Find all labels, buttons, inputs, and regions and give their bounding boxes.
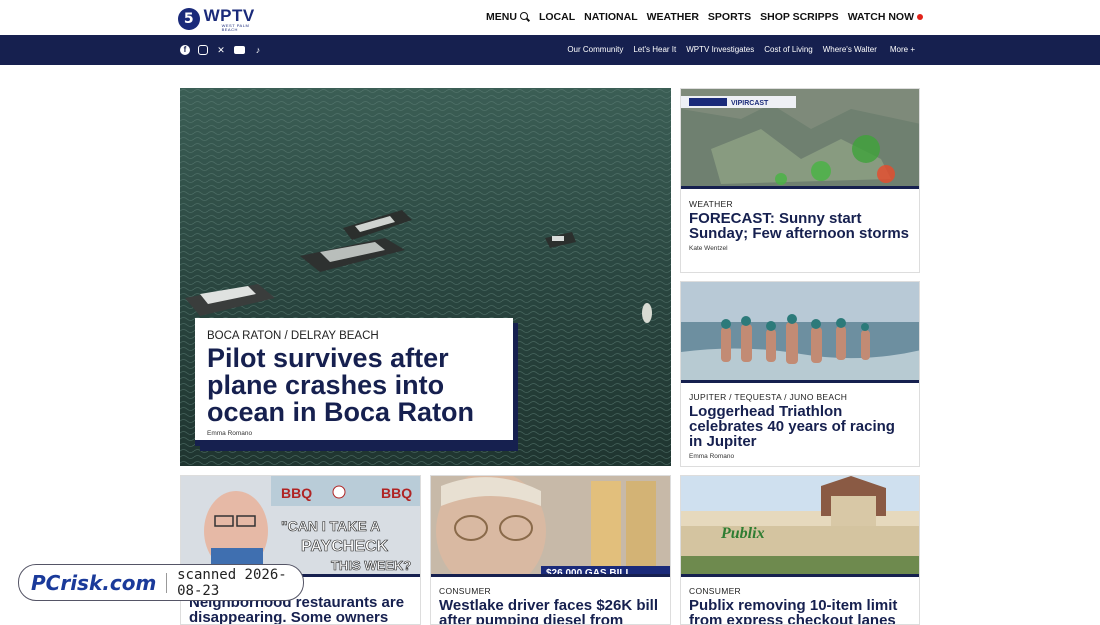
weather-radar-image: VIPIRCAST xyxy=(681,89,919,189)
logo-tagline: WEST PALM BEACH xyxy=(221,22,250,32)
svg-text:PAYCHECK: PAYCHECK xyxy=(301,538,389,555)
hero-caption-card[interactable]: BOCA RATON / DELRAY BEACH Pilot survives… xyxy=(195,318,513,446)
story-byline[interactable]: Emma Romano xyxy=(689,453,911,460)
youtube-icon[interactable] xyxy=(234,46,245,54)
social-links: f ✕ ♪ xyxy=(180,45,263,55)
story-headline[interactable]: Loggerhead Triathlon celebrates 40 years… xyxy=(689,404,911,449)
nav-watch-now[interactable]: WATCH NOW xyxy=(848,11,923,23)
story-card-triathlon[interactable]: JUPITER / TEQUESTA / JUNO BEACH Loggerhe… xyxy=(680,281,920,467)
search-icon[interactable] xyxy=(519,12,530,22)
section-links: Our Community Let's Hear It WPTV Investi… xyxy=(557,45,915,54)
pcrisk-logo: PCrisk.com xyxy=(31,570,157,595)
logo-call-letters: WPTV xyxy=(203,5,255,25)
tiktok-icon[interactable]: ♪ xyxy=(253,45,263,55)
jet-ski xyxy=(642,303,652,323)
nav-national[interactable]: NATIONAL xyxy=(584,11,637,23)
bbq-sign: BBQ xyxy=(281,485,312,501)
watch-now-label: WATCH NOW xyxy=(847,11,914,23)
logo-number: 5 xyxy=(178,8,200,30)
nav-weather[interactable]: WEATHER xyxy=(647,11,699,23)
story-headline[interactable]: Westlake driver faces $26K bill after pu… xyxy=(439,598,662,624)
nav-shop-scripps[interactable]: SHOP SCRIPPS xyxy=(760,11,839,23)
restaurant-owner-image: BBQ BBQ "CAN I TAKE A PAYCHECK THIS WEEK… xyxy=(181,476,420,577)
link-wheres-walter[interactable]: Where's Walter xyxy=(823,45,877,54)
triathlon-image xyxy=(681,282,919,383)
svg-text:THIS WEEK?: THIS WEEK? xyxy=(331,558,411,573)
svg-text:"CAN I TAKE A: "CAN I TAKE A xyxy=(281,518,380,534)
x-icon[interactable]: ✕ xyxy=(216,45,226,55)
link-cost-of-living[interactable]: Cost of Living xyxy=(764,45,812,54)
facebook-icon[interactable]: f xyxy=(180,45,190,55)
story-card-weather[interactable]: VIPIRCAST WEATHER FORECAST: Sunny start … xyxy=(680,88,920,273)
story-card-restaurants[interactable]: BBQ BBQ "CAN I TAKE A PAYCHECK THIS WEEK… xyxy=(180,475,421,625)
hero-title[interactable]: Pilot survives after plane crashes into … xyxy=(207,345,501,426)
story-kicker[interactable]: WEATHER xyxy=(689,199,911,209)
diesel-bill-image: $26,000 GAS BILL xyxy=(431,476,670,577)
link-wptv-investigates[interactable]: WPTV Investigates xyxy=(686,45,754,54)
link-more[interactable]: More + xyxy=(890,45,915,54)
watermark-text: scanned 2026-08-23 xyxy=(177,566,287,599)
pcrisk-watermark: PCrisk.com scanned 2026-08-23 xyxy=(18,564,304,601)
hero-kicker[interactable]: BOCA RATON / DELRAY BEACH xyxy=(207,330,501,342)
link-our-community[interactable]: Our Community xyxy=(567,45,623,54)
nav-local[interactable]: LOCAL xyxy=(539,11,575,23)
nav-sports[interactable]: SPORTS xyxy=(708,11,751,23)
wptv-logo[interactable]: 5 WPTV WEST PALM BEACH xyxy=(178,6,266,32)
story-card-publix[interactable]: Publix CONSUMER Publix removing 10-item … xyxy=(680,475,920,625)
publix-sign: Publix xyxy=(720,525,765,542)
story-byline[interactable]: Kate Wentzel xyxy=(689,245,911,252)
menu-button[interactable]: MENU xyxy=(486,11,530,23)
story-headline[interactable]: FORECAST: Sunny start Sunday; Few aftern… xyxy=(689,211,911,241)
story-kicker[interactable]: CONSUMER xyxy=(439,586,662,596)
story-kicker[interactable]: CONSUMER xyxy=(689,586,911,596)
instagram-icon[interactable] xyxy=(198,45,208,55)
vipircast-label: VIPIRCAST xyxy=(731,100,769,107)
link-lets-hear-it[interactable]: Let's Hear It xyxy=(633,45,676,54)
story-card-diesel[interactable]: $26,000 GAS BILL CONSUMER Westlake drive… xyxy=(430,475,671,625)
main-nav: MENU LOCAL NATIONAL WEATHER SPORTS SHOP … xyxy=(486,11,923,23)
hero-byline[interactable]: Emma Romano xyxy=(207,430,501,437)
story-kicker[interactable]: JUPITER / TEQUESTA / JUNO BEACH xyxy=(689,392,911,402)
menu-label: MENU xyxy=(486,11,517,23)
top-bar: 5 WPTV WEST PALM BEACH MENU LOCAL NATION… xyxy=(0,0,1100,35)
bbq-sign-2: BBQ xyxy=(381,485,412,501)
watermark-divider xyxy=(166,572,168,593)
story-headline[interactable]: Publix removing 10-item limit from expre… xyxy=(689,598,911,624)
publix-store-image: Publix xyxy=(681,476,919,577)
live-dot-icon xyxy=(917,14,923,20)
sub-nav-bar: f ✕ ♪ Our Community Let's Hear It WPTV I… xyxy=(0,35,1100,65)
